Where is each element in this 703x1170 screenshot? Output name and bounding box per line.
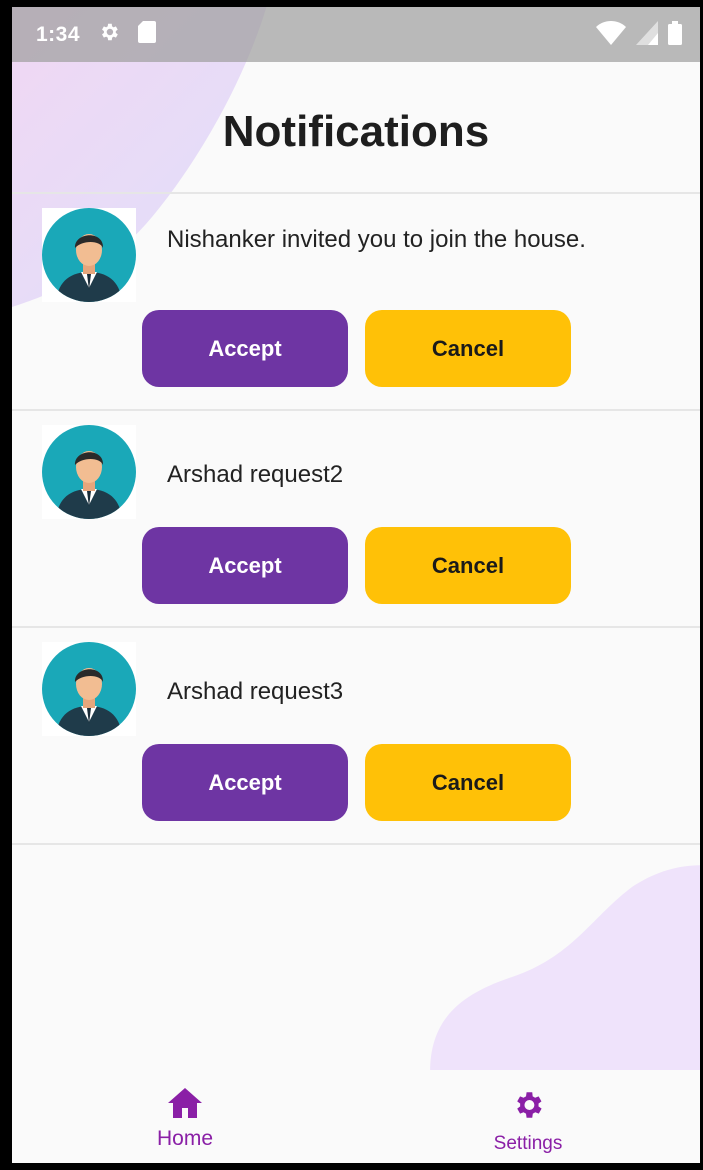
notification-message: Arshad request3	[167, 678, 344, 705]
nav-item-settings[interactable]: Settings	[468, 1088, 588, 1155]
status-right-icons	[596, 21, 682, 50]
decorative-blob-bottom	[430, 865, 700, 1097]
notification-card: Nishanker invited you to join the house.…	[12, 194, 700, 409]
bottom-navigation: Home Settings	[12, 1070, 700, 1163]
nav-label: Home	[156, 1127, 214, 1150]
sd-card-icon	[138, 21, 157, 48]
notification-card: Arshad request2 Accept Cancel	[12, 411, 700, 626]
settings-icon	[98, 21, 120, 48]
wifi-icon	[596, 21, 626, 50]
accept-button[interactable]: Accept	[142, 744, 348, 821]
nav-item-home[interactable]: Home	[132, 1088, 238, 1151]
avatar	[42, 642, 136, 736]
phone-screen: 1:34 Notifications Nishanker invited you…	[12, 7, 700, 1163]
status-time: 1:34	[36, 22, 81, 46]
nav-label: Settings	[493, 1133, 563, 1154]
cancel-button[interactable]: Cancel	[365, 527, 571, 604]
avatar	[42, 425, 136, 519]
avatar	[42, 208, 136, 302]
status-bar: 1:34	[12, 7, 700, 62]
page-title: Notifications	[222, 107, 490, 156]
home-icon	[168, 1088, 202, 1123]
divider	[12, 843, 700, 845]
settings-icon	[511, 1088, 545, 1127]
battery-icon	[668, 21, 682, 50]
cancel-button[interactable]: Cancel	[365, 310, 571, 387]
notification-message: Nishanker invited you to join the house.	[167, 226, 586, 253]
notification-message: Arshad request2	[167, 461, 344, 488]
signal-icon	[636, 21, 658, 50]
notification-card: Arshad request3 Accept Cancel	[12, 628, 700, 843]
accept-button[interactable]: Accept	[142, 527, 348, 604]
accept-button[interactable]: Accept	[142, 310, 348, 387]
cancel-button[interactable]: Cancel	[365, 744, 571, 821]
